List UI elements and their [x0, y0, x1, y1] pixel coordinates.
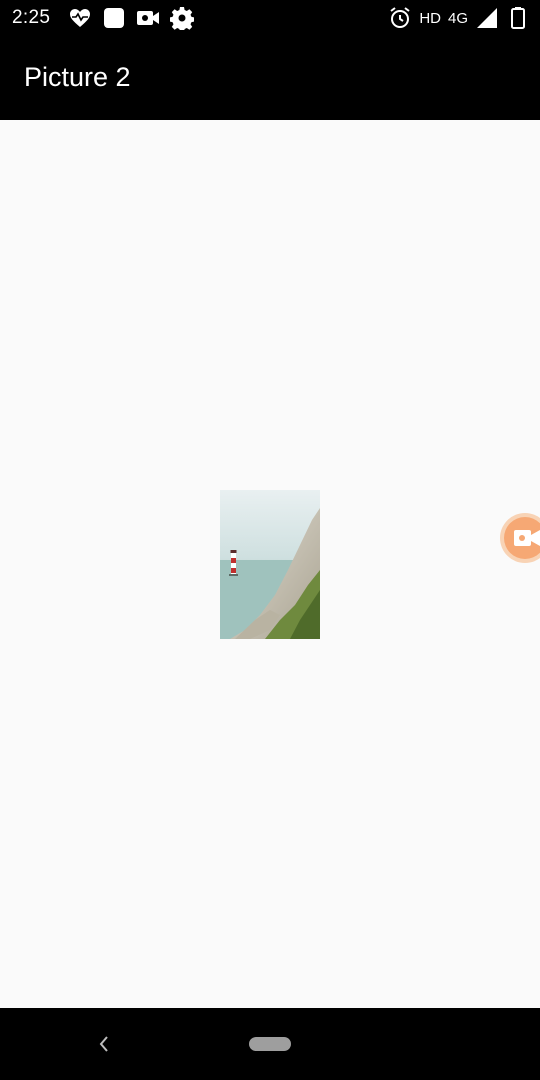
battery-icon — [506, 6, 530, 30]
video-camera-icon — [136, 6, 160, 30]
page-title: Picture 2 — [24, 62, 131, 92]
home-pill-icon[interactable] — [249, 1037, 291, 1051]
video-camera-icon — [514, 530, 540, 546]
navigation-bar — [0, 1008, 540, 1080]
status-bar: 2:25 HD 4G — [0, 0, 540, 36]
settings-gear-icon — [170, 6, 194, 30]
screen: 2:25 HD 4G Picture 2 — [0, 0, 540, 1080]
floating-record-button[interactable] — [500, 513, 540, 563]
heart-monitor-icon — [68, 6, 92, 30]
app-bar: Picture 2 — [0, 36, 540, 120]
status-time: 2:25 — [12, 7, 51, 28]
picture-viewer — [0, 120, 540, 1008]
back-icon[interactable] — [92, 1032, 116, 1056]
app-square-icon — [102, 6, 126, 30]
system-status: HD 4G — [388, 6, 530, 30]
hd-label: HD — [419, 9, 441, 27]
alarm-clock-icon — [388, 6, 412, 30]
floating-record-inner — [504, 517, 540, 559]
signal-icon — [475, 6, 499, 30]
lighthouse-picture[interactable] — [220, 490, 320, 639]
network-label: 4G — [447, 9, 468, 27]
notification-icons — [68, 6, 194, 30]
